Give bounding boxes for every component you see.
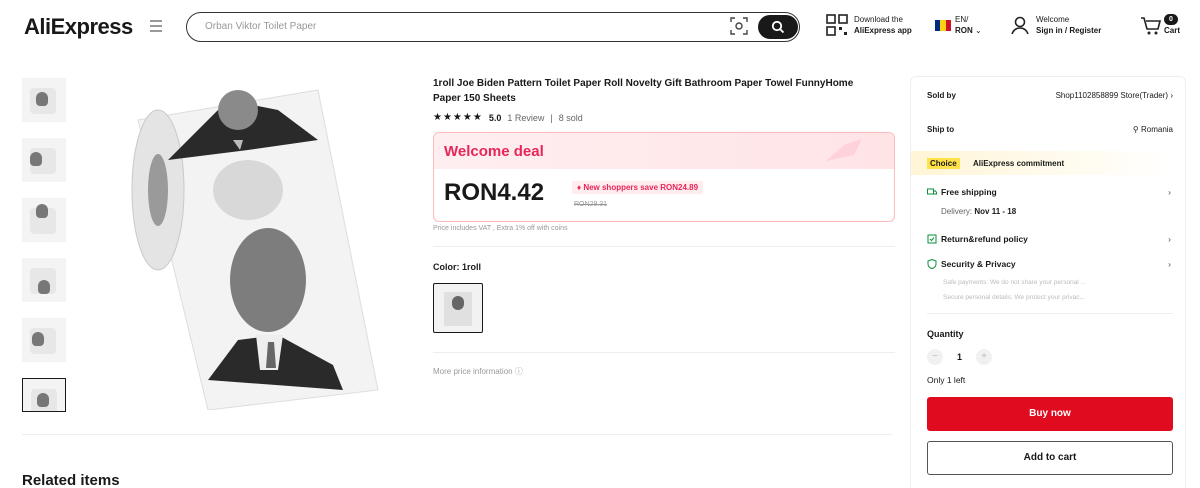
truck-icon: [927, 188, 937, 195]
lang-line1: EN/: [955, 15, 969, 24]
top-header: AliExpress Orban Viktor Toilet Paper Dow…: [0, 0, 1200, 56]
new-shopper-badge: ♦ New shoppers save RON24.89: [572, 181, 704, 194]
cart-icon: [1141, 17, 1162, 35]
chevron-right-icon: ›: [1168, 234, 1171, 244]
reviews-link[interactable]: 1 Review: [507, 113, 544, 123]
language-selector[interactable]: EN/ RON ⌄: [935, 14, 982, 36]
chevron-right-icon: ›: [1168, 259, 1171, 269]
sold-by-label: Sold by: [927, 91, 956, 100]
menu-icon[interactable]: [150, 20, 162, 32]
search-icon: [771, 20, 785, 34]
chevron-right-icon: ›: [1170, 91, 1173, 100]
deal-title: Welcome deal: [444, 143, 544, 160]
ship-to-label: Ship to: [927, 125, 955, 134]
choice-commitment: AliExpress commitment: [973, 159, 1065, 168]
buy-now-button[interactable]: Buy now: [927, 397, 1173, 431]
sold-by-row[interactable]: Sold by Shop1102858899 Store(Trader) ›: [927, 91, 1173, 100]
ship-to-country: Romania: [1140, 125, 1173, 134]
qr-code-icon: [826, 14, 848, 36]
decrease-button[interactable]: −: [927, 349, 943, 365]
return-policy-row[interactable]: Return&refund policy ›: [927, 234, 1171, 244]
more-price-text: More price information: [433, 367, 513, 376]
search-bar[interactable]: Orban Viktor Toilet Paper: [186, 12, 800, 42]
thumbnail[interactable]: [22, 138, 66, 182]
download-app[interactable]: Download the AliExpress app: [826, 14, 912, 36]
original-price: RON29.31: [574, 201, 608, 208]
location-pin-icon: ⚲: [1132, 125, 1139, 134]
cart-button[interactable]: 0 Cart: [1140, 14, 1180, 36]
delivery-label: Delivery:: [941, 207, 973, 216]
welcome-text: Welcome: [1036, 15, 1070, 24]
thumbnail-list: [22, 78, 68, 428]
rating-row: ★★★★★ 5.0 1 Review | 8 sold: [433, 112, 583, 123]
vat-note: Price includes VAT , Extra 1% off with c…: [433, 225, 568, 232]
store-name[interactable]: Shop1102858899 Store(Trader): [1056, 91, 1169, 100]
quantity-stepper: − 1 +: [927, 349, 993, 365]
quantity-label: Quantity: [927, 329, 964, 339]
current-price: RON4.42: [444, 179, 545, 206]
delivery-info: Delivery: Nov 11 - 18: [941, 207, 1016, 216]
welcome-deal-box: Welcome deal RON4.42 ♦ New shoppers save…: [433, 132, 895, 222]
sold-count: 8 sold: [558, 112, 583, 123]
return-icon: [927, 234, 937, 244]
search-button[interactable]: [758, 15, 798, 39]
quantity-value[interactable]: 1: [957, 352, 962, 362]
thumbnail[interactable]: [22, 318, 66, 362]
purchase-panel: Sold by Shop1102858899 Store(Trader) › S…: [910, 76, 1186, 488]
sign-in-link[interactable]: Sign in / Register: [1036, 26, 1101, 35]
thumbnail[interactable]: [22, 78, 66, 122]
user-icon: [1011, 16, 1029, 35]
shield-icon: [927, 259, 937, 269]
security-label: Security & Privacy: [941, 259, 1016, 269]
romania-flag-icon: [935, 19, 951, 31]
free-shipping-row[interactable]: Free shipping ›: [927, 187, 1171, 197]
thumbnail-selected[interactable]: [22, 378, 66, 412]
product-title: 1roll Joe Biden Pattern Toilet Paper Rol…: [433, 78, 854, 104]
star-rating-icon: ★★★★★: [433, 112, 483, 123]
cart-count-badge: 0: [1164, 14, 1178, 25]
security-note-1: Safe payments: We do not share your pers…: [943, 279, 1086, 286]
increase-button[interactable]: +: [976, 349, 993, 365]
product-main-image[interactable]: [128, 80, 388, 410]
free-shipping-label: Free shipping: [941, 187, 997, 197]
rating-value: 5.0: [488, 112, 502, 123]
camera-search-icon[interactable]: [730, 17, 748, 35]
ship-to-row[interactable]: Ship to ⚲ Romania: [927, 125, 1173, 134]
cart-label: Cart: [1164, 26, 1181, 35]
deal-decoration-icon: [826, 139, 862, 161]
more-price-info[interactable]: More price information ⓘ: [433, 366, 523, 377]
account-menu[interactable]: Welcome Sign in / Register: [1010, 14, 1101, 36]
thumbnail[interactable]: [22, 258, 66, 302]
stock-note: Only 1 left: [927, 375, 966, 385]
return-policy-label: Return&refund policy: [941, 234, 1028, 244]
lang-line2: RON: [955, 26, 973, 35]
color-label: Color: 1roll: [433, 262, 482, 272]
divider: [927, 313, 1173, 314]
divider: [433, 246, 895, 247]
chevron-down-icon: ⌄: [975, 26, 982, 35]
download-line1: Download the: [854, 15, 903, 24]
security-row[interactable]: Security & Privacy ›: [927, 259, 1171, 269]
add-to-cart-button[interactable]: Add to cart: [927, 441, 1173, 475]
security-note-2: Secure personal details: We protect your…: [943, 294, 1085, 301]
thumbnail[interactable]: [22, 198, 66, 242]
save-text: New shoppers save RON24.89: [583, 183, 699, 192]
info-icon: ⓘ: [514, 367, 523, 376]
divider: [22, 434, 892, 435]
chevron-right-icon: ›: [1168, 187, 1171, 197]
download-line2: AliExpress app: [854, 26, 912, 35]
choice-tag: Choice: [927, 158, 960, 169]
color-swatch-1roll[interactable]: [433, 283, 483, 333]
delivery-dates: Nov 11 - 18: [974, 207, 1017, 216]
divider: [433, 352, 895, 353]
related-items-heading: Related items: [22, 472, 120, 488]
search-input[interactable]: Orban Viktor Toilet Paper: [205, 21, 316, 32]
aliexpress-logo[interactable]: AliExpress: [24, 14, 133, 40]
